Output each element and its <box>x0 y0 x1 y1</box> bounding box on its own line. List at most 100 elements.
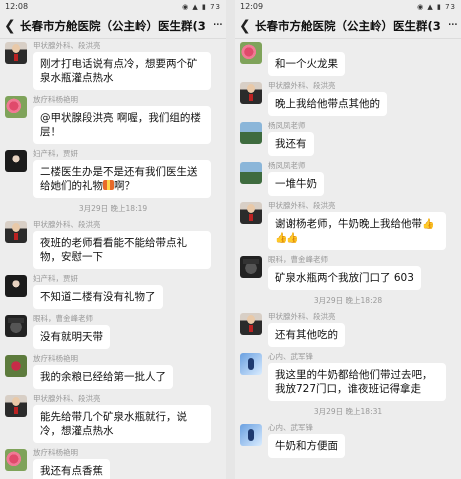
message-text: 牛奶和方便面 <box>275 440 338 452</box>
message-text: 还有其他吃的 <box>275 329 338 341</box>
avatar[interactable] <box>240 313 262 335</box>
message-body: 放疗科杨艳明我还有点香蕉 <box>33 448 221 479</box>
back-arrow-icon[interactable]: ❮ <box>4 18 20 34</box>
message-bubble[interactable]: 还有其他吃的 <box>268 323 345 347</box>
message-text-suffix: 啊？ <box>114 180 135 192</box>
sender-name: 甲状腺外科、段洪亮 <box>268 312 336 321</box>
status-icons: ◉ ▲ ▮ 73 <box>417 2 456 11</box>
avatar[interactable] <box>240 82 262 104</box>
avatar[interactable] <box>5 150 27 172</box>
message-bubble[interactable]: @甲状腺段洪亮 啊喔，我们组的楼层！ <box>33 106 211 144</box>
avatar[interactable] <box>5 315 27 337</box>
message-bubble[interactable]: 谢谢杨老师，牛奶晚上我给他带👍👍👍 <box>268 212 446 250</box>
message-text: 一堆牛奶 <box>275 178 317 190</box>
message-body: 心内、武军锋我这里的牛奶都给他们带过去吧，我放727门口，谁夜班记得拿走 <box>268 352 456 401</box>
more-options-icon[interactable]: ··· <box>206 18 223 33</box>
message-bubble[interactable]: 矿泉水瓶两个我放门口了 603 <box>268 266 421 290</box>
avatar[interactable] <box>240 256 262 278</box>
chat-message: 甲状腺外科、段洪亮 谢谢杨老师，牛奶晚上我给他带👍👍👍 <box>240 201 456 250</box>
message-bubble[interactable]: 夜班的老师看看能不能给带点礼物，安慰一下 <box>33 231 211 269</box>
message-bubble[interactable]: 我还有 <box>268 132 314 156</box>
sender-name: 放疗科杨艳明 <box>33 354 78 363</box>
message-bubble[interactable]: 不知道二楼有没有礼物了 <box>33 285 163 309</box>
status-bar: 12:09 ◉ ▲ ▮ 73 <box>235 0 461 13</box>
message-text: 能先给带几个矿泉水瓶就行，说冷，想灌点热水 <box>40 411 187 437</box>
avatar[interactable] <box>240 424 262 446</box>
message-body: 和一个火龙果 <box>268 41 456 76</box>
message-bubble[interactable]: 我还有点香蕉 <box>33 459 110 479</box>
chat-message: 甲状腺外科、段洪亮 能先给带几个矿泉水瓶就行，说冷，想灌点热水 <box>5 394 221 443</box>
message-text: 我的余粮已经给第一批人了 <box>40 371 166 383</box>
message-body: 杨凤凤老师一堆牛奶 <box>268 161 456 196</box>
message-text: 晚上我给他带点其他的 <box>275 98 380 110</box>
message-timestamp: 3月29日 晚上18:28 <box>313 296 383 305</box>
message-text: 夜班的老师看看能不能给带点礼物，安慰一下 <box>40 237 187 263</box>
sender-name: 杨凤凤老师 <box>268 121 306 130</box>
group-title: 长春市方舱医院（公主岭）医生群(37) <box>255 18 441 33</box>
chat-message: 甲状腺外科、段洪亮夜班的老师看看能不能给带点礼物，安慰一下 <box>5 220 221 269</box>
message-bubble[interactable]: 二楼医生办是不是还有我们医生送给她们的礼物 啊？ <box>33 160 211 198</box>
chat-message: 放疗科杨艳明我的余粮已经给第一批人了 <box>5 354 221 389</box>
avatar[interactable] <box>5 96 27 118</box>
message-text: 没有就明天带 <box>40 331 103 343</box>
message-bubble[interactable]: 和一个火龙果 <box>268 52 345 76</box>
message-text: 刚才打电话说有点冷，想要两个矿泉水瓶灌点热水 <box>40 58 198 84</box>
message-body: 放疗科杨艳明我的余粮已经给第一批人了 <box>33 354 221 389</box>
chat-message: 心内、武军锋牛奶和方便面 <box>240 423 456 458</box>
chat-message: 妇产科，贾妍不知道二楼有没有礼物了 <box>5 274 221 309</box>
message-body: 杨凤凤老师我还有 <box>268 121 456 156</box>
message-bubble[interactable]: 刚才打电话说有点冷，想要两个矿泉水瓶灌点热水 <box>33 52 211 90</box>
thumbs-up-emoji-icon: 👍 <box>286 233 299 244</box>
avatar[interactable] <box>5 42 27 64</box>
avatar[interactable] <box>5 449 27 471</box>
message-body: 甲状腺外科、段洪亮夜班的老师看看能不能给带点礼物，安慰一下 <box>33 220 221 269</box>
message-bubble[interactable]: 没有就明天带 <box>33 325 110 349</box>
sender-name: 甲状腺外科、段洪亮 <box>33 220 101 229</box>
sender-name: 心内、武军锋 <box>268 352 313 361</box>
message-bubble[interactable]: 一堆牛奶 <box>268 172 324 196</box>
sender-name: 放疗科杨艳明 <box>33 95 78 104</box>
sender-name: 妇产科，贾妍 <box>33 274 78 283</box>
sender-name: 杨凤凤老师 <box>268 161 306 170</box>
message-bubble[interactable]: 能先给带几个矿泉水瓶就行，说冷，想灌点热水 <box>33 405 211 443</box>
sender-name: 眼科，曹金峰老师 <box>33 314 93 323</box>
message-body: 甲状腺外科、段洪亮 谢谢杨老师，牛奶晚上我给他带👍👍👍 <box>268 201 456 250</box>
chat-message: 眼科，曹金峰老师 矿泉水瓶两个我放门口了 603 <box>240 255 456 290</box>
message-bubble[interactable]: 牛奶和方便面 <box>268 434 345 458</box>
chat-message: 和一个火龙果 <box>240 41 456 76</box>
message-text: 不知道二楼有没有礼物了 <box>40 291 156 303</box>
more-options-icon[interactable]: ··· <box>441 18 458 33</box>
message-body: 心内、武军锋牛奶和方便面 <box>268 423 456 458</box>
message-text: 我这里的牛奶都给他们带过去吧，我放727门口，谁夜班记得拿走 <box>275 369 433 395</box>
message-timestamp: 3月29日 晚上18:19 <box>78 204 148 213</box>
avatar[interactable] <box>5 221 27 243</box>
avatar[interactable] <box>240 353 262 375</box>
message-text: 矿泉水瓶两个我放门口了 603 <box>275 272 414 284</box>
group-title: 长春市方舱医院（公主岭）医生群(37) <box>20 18 206 33</box>
message-body: 妇产科，贾妍不知道二楼有没有礼物了 <box>33 274 221 309</box>
message-bubble[interactable]: 我的余粮已经给第一批人了 <box>33 365 173 389</box>
sender-name: 放疗科杨艳明 <box>33 448 78 457</box>
chat-header: ❮ 长春市方舱医院（公主岭）医生群(37) ··· <box>0 13 226 39</box>
avatar[interactable] <box>240 202 262 224</box>
avatar[interactable] <box>240 42 262 64</box>
chat-message: 心内、武军锋我这里的牛奶都给他们带过去吧，我放727门口，谁夜班记得拿走 <box>240 352 456 401</box>
avatar[interactable] <box>5 395 27 417</box>
avatar[interactable] <box>5 275 27 297</box>
back-arrow-icon[interactable]: ❮ <box>239 18 255 34</box>
message-body: 甲状腺外科、段洪亮 晚上我给他带点其他的 <box>268 81 456 116</box>
message-bubble[interactable]: 我这里的牛奶都给他们带过去吧，我放727门口，谁夜班记得拿走 <box>268 363 446 401</box>
gift-emoji-icon <box>103 180 114 190</box>
chat-message: 放疗科杨艳明我还有点香蕉 <box>5 448 221 479</box>
sender-name: 妇产科，贾妍 <box>33 149 78 158</box>
thumbs-up-emoji-icon: 👍 <box>422 219 435 230</box>
avatar[interactable] <box>240 122 262 144</box>
message-bubble[interactable]: 晚上我给他带点其他的 <box>268 92 387 116</box>
chat-message: 杨凤凤老师一堆牛奶 <box>240 161 456 196</box>
message-text: 我还有 <box>275 138 307 150</box>
message-body: 妇产科，贾妍二楼医生办是不是还有我们医生送给她们的礼物 啊？ <box>33 149 221 198</box>
avatar[interactable] <box>240 162 262 184</box>
sender-name: 心内、武军锋 <box>268 423 313 432</box>
avatar[interactable] <box>5 355 27 377</box>
chat-header: ❮ 长春市方舱医院（公主岭）医生群(37) ··· <box>235 13 461 39</box>
